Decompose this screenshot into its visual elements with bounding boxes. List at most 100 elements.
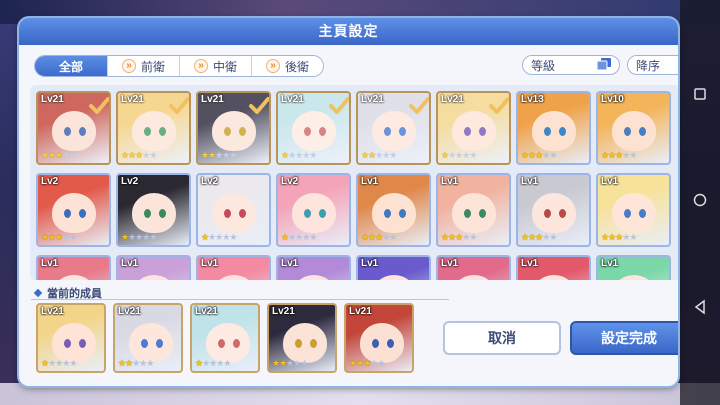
android-nav-bar — [680, 0, 720, 405]
level-label: Lv1 — [361, 176, 379, 187]
home-circle-icon[interactable] — [692, 192, 708, 213]
diamond-bullet-icon — [33, 288, 43, 298]
portrait-eye — [399, 209, 406, 218]
character-card[interactable]: Lv21 ★★★★★ — [356, 91, 431, 165]
level-label: Lv1 — [281, 258, 299, 269]
character-portrait — [132, 193, 176, 233]
rarity-stars: ★★★★★ — [121, 150, 157, 160]
current-members-title: 當前的成員 — [47, 288, 102, 300]
character-card[interactable]: Lv21 ★★★★★ — [436, 91, 511, 165]
rarity-stars: ★★★★★ — [521, 150, 557, 160]
character-card[interactable]: Lv21 ★★★★★ — [36, 91, 111, 165]
character-card[interactable]: Lv21 ★★★★★ — [116, 91, 191, 165]
sort-level-button[interactable]: 等級 — [522, 55, 620, 75]
character-card[interactable]: Lv1★★★★★ — [516, 173, 591, 247]
portrait-eye — [544, 127, 551, 136]
character-card[interactable]: Lv2 ★★★★★ — [196, 173, 271, 247]
rarity-stars: ★★★★★ — [281, 150, 317, 160]
character-card[interactable]: Lv1★★★★★ — [596, 255, 671, 280]
character-card[interactable]: Lv1★★★★★ — [596, 173, 671, 247]
confirm-button[interactable]: 設定完成 — [570, 321, 678, 355]
character-card[interactable]: Lv1★★★★★ — [196, 255, 271, 280]
back-triangle-icon[interactable] — [692, 299, 708, 320]
character-portrait — [452, 193, 496, 233]
tab-all-label: 全部 — [58, 59, 83, 74]
rarity-stars: ★★★★★ — [441, 150, 477, 160]
rarity-stars: ★★★★★ — [361, 150, 397, 160]
current-members-header: 當前的成員 — [31, 285, 449, 300]
level-label: Lv21 — [201, 94, 224, 105]
portrait-eye — [384, 209, 391, 218]
level-label: Lv10 — [601, 94, 624, 105]
character-portrait — [612, 275, 656, 280]
member-card[interactable]: Lv21 ★★★★★ — [36, 303, 106, 373]
character-card[interactable]: Lv1★★★★★ — [436, 173, 511, 247]
sort-order-button[interactable]: 降序 — [627, 55, 678, 75]
level-label: Lv2 — [281, 176, 299, 187]
level-label: Lv1 — [361, 258, 379, 269]
character-portrait — [212, 193, 256, 233]
character-portrait — [292, 111, 336, 151]
portrait-eye — [464, 127, 471, 136]
level-label: Lv1 — [201, 258, 219, 269]
character-card[interactable]: Lv1★★★★★ — [36, 255, 111, 280]
portrait-eye — [319, 209, 326, 218]
portrait-eye — [239, 127, 246, 136]
character-portrait — [360, 323, 404, 363]
level-label: Lv21 — [118, 306, 141, 317]
portrait-eye — [79, 127, 86, 136]
checkmark-icon — [489, 97, 509, 114]
rarity-stars: ★★★★★ — [41, 358, 77, 368]
portrait-eye — [559, 209, 566, 218]
checkmark-icon — [89, 97, 109, 114]
rarity-stars: ★★★★★ — [118, 358, 154, 368]
character-portrait — [292, 275, 336, 280]
portrait-eye — [639, 209, 646, 218]
level-label: Lv1 — [441, 258, 459, 269]
character-portrait — [52, 111, 96, 151]
level-label: Lv1 — [121, 258, 139, 269]
rarity-stars: ★★★★★ — [121, 232, 157, 242]
tab-front[interactable]: » 前衛 — [107, 56, 179, 76]
tab-middle-label: 中衛 — [212, 59, 237, 74]
character-card[interactable]: Lv1★★★★★ — [516, 255, 591, 280]
character-card[interactable]: Lv13 ★★★★★ — [516, 91, 591, 165]
recents-square-icon[interactable] — [692, 86, 708, 107]
character-portrait — [372, 111, 416, 151]
level-label: Lv13 — [521, 94, 544, 105]
character-card[interactable]: Lv2 ★★★★★ — [116, 173, 191, 247]
portrait-eye — [639, 127, 646, 136]
character-card[interactable]: Lv1★★★★★ — [356, 255, 431, 280]
member-card[interactable]: Lv21 ★★★★★ — [267, 303, 337, 373]
character-card[interactable]: Lv1★★★★★ — [436, 255, 511, 280]
rarity-stars: ★★★★★ — [601, 150, 637, 160]
character-card[interactable]: Lv21 ★★★★★ — [276, 91, 351, 165]
tab-all[interactable]: 全部 — [35, 56, 107, 76]
character-card[interactable]: Lv1★★★★★ — [116, 255, 191, 280]
character-card[interactable]: Lv2 ★★★★★ — [276, 173, 351, 247]
character-card[interactable]: Lv2 ★★★★★ — [36, 173, 111, 247]
character-portrait — [612, 111, 656, 151]
portrait-eye — [479, 209, 486, 218]
portrait-eye — [304, 127, 311, 136]
character-card[interactable]: Lv10 ★★★★★ — [596, 91, 671, 165]
member-card[interactable]: Lv21 ★★★★★ — [113, 303, 183, 373]
cancel-button[interactable]: 取消 — [443, 321, 561, 355]
character-portrait — [212, 111, 256, 151]
character-card[interactable]: Lv21 ★★★★★ — [196, 91, 271, 165]
member-card[interactable]: Lv21 ★★★★★ — [190, 303, 260, 373]
character-card[interactable]: Lv1★★★★★ — [356, 173, 431, 247]
character-grid: Lv21 ★★★★★ Lv21 ★★★★★ Lv21 ★★★★★ Lv21 ★★★★★ Lv21… — [36, 91, 671, 280]
portrait-eye — [224, 127, 231, 136]
tab-back[interactable]: » 後衛 — [251, 56, 323, 76]
portrait-eye — [399, 127, 406, 136]
character-portrait — [206, 323, 250, 363]
portrait-eye — [141, 339, 148, 348]
tab-middle[interactable]: » 中衛 — [179, 56, 251, 76]
rarity-stars: ★★★★★ — [41, 150, 77, 160]
portrait-eye — [79, 209, 86, 218]
position-tabs: 全部 » 前衛 » 中衛 » 後衛 — [34, 55, 324, 77]
level-label: Lv21 — [361, 94, 384, 105]
character-card[interactable]: Lv1★★★★★ — [276, 255, 351, 280]
member-card[interactable]: Lv21 ★★★★★ — [344, 303, 414, 373]
